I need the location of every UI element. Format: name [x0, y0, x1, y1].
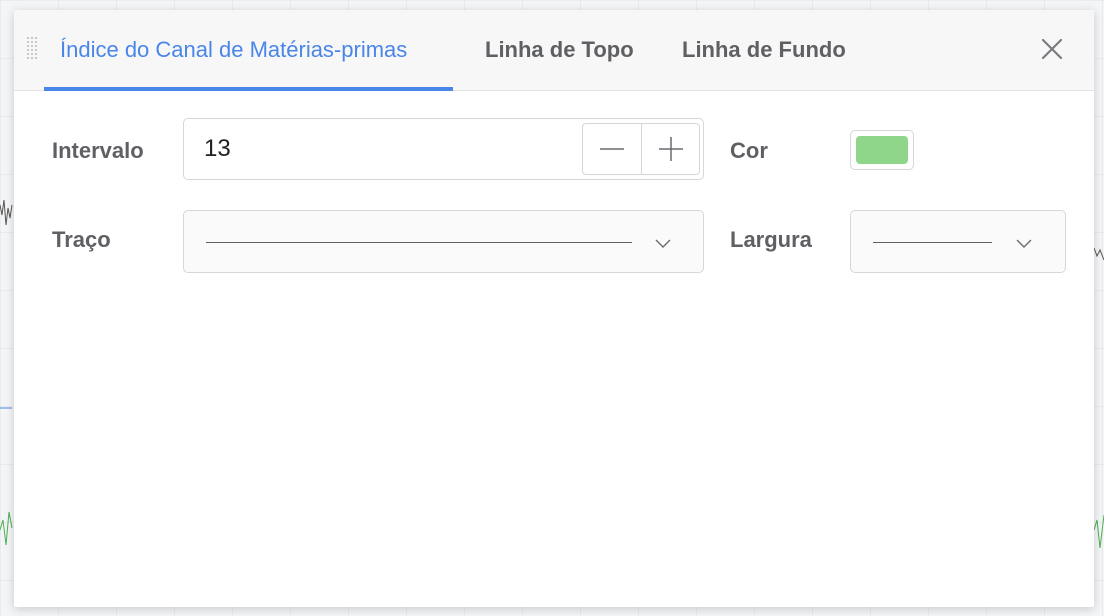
stroke-label: Traço	[52, 227, 111, 252]
close-icon	[1041, 38, 1063, 60]
minus-icon	[600, 148, 624, 150]
drag-handle-icon[interactable]	[26, 36, 38, 62]
width-label: Largura	[730, 227, 812, 252]
close-button[interactable]	[1038, 35, 1066, 63]
chevron-down-icon	[1015, 237, 1033, 249]
line-width-preview	[873, 242, 992, 243]
color-swatch	[856, 136, 908, 164]
tab-top-line[interactable]: Linha de Topo	[485, 10, 634, 90]
stroke-style-select[interactable]	[183, 210, 704, 273]
chevron-down-icon	[654, 237, 672, 249]
increment-button[interactable]	[642, 124, 700, 174]
color-label: Cor	[730, 138, 768, 163]
interval-input[interactable]: 13	[183, 118, 704, 180]
active-tab-indicator	[44, 87, 453, 91]
decrement-button[interactable]	[583, 124, 641, 174]
tab-bottom-line[interactable]: Linha de Fundo	[682, 10, 846, 90]
line-width-select[interactable]	[850, 210, 1066, 273]
tab-indicator[interactable]: Índice do Canal de Matérias-primas	[60, 10, 407, 90]
interval-value[interactable]: 13	[204, 119, 231, 179]
interval-stepper	[582, 123, 700, 175]
interval-label: Intervalo	[52, 138, 144, 163]
dialog-header: Índice do Canal de Matérias-primas Linha…	[14, 10, 1094, 91]
indicator-settings-dialog: Índice do Canal de Matérias-primas Linha…	[14, 10, 1094, 607]
plus-icon	[659, 137, 683, 161]
stroke-style-preview	[206, 242, 632, 243]
color-picker-button[interactable]	[850, 130, 914, 170]
